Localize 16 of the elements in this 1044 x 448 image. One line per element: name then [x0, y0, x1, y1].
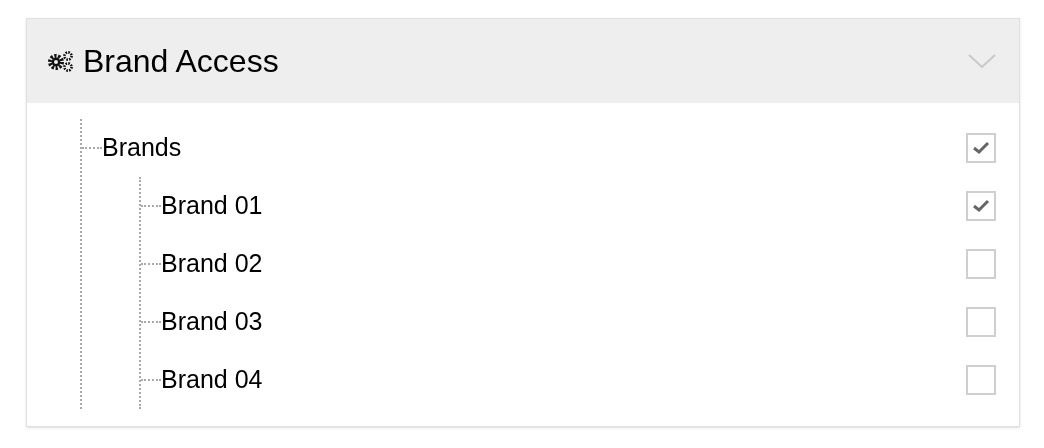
chevron-down-icon[interactable] — [967, 53, 997, 69]
checkbox[interactable] — [966, 249, 996, 279]
panel-title: Brand Access — [83, 42, 279, 81]
tree-item-label[interactable]: Brand 01 — [161, 187, 263, 225]
checkbox[interactable] — [966, 307, 996, 337]
gears-icon — [47, 50, 75, 72]
tree-item-label[interactable]: Brand 02 — [161, 245, 263, 283]
tree-item-label[interactable]: Brand 04 — [161, 361, 263, 399]
checkbox[interactable] — [966, 191, 996, 221]
checkbox[interactable] — [966, 365, 996, 395]
tree-item-label[interactable]: Brands — [102, 129, 182, 167]
check-icon — [972, 141, 990, 155]
check-icon — [972, 199, 990, 213]
panel-header[interactable]: Brand Access — [27, 19, 1019, 103]
checkbox[interactable] — [966, 133, 996, 163]
tree-item-label[interactable]: Brand 03 — [161, 303, 263, 341]
